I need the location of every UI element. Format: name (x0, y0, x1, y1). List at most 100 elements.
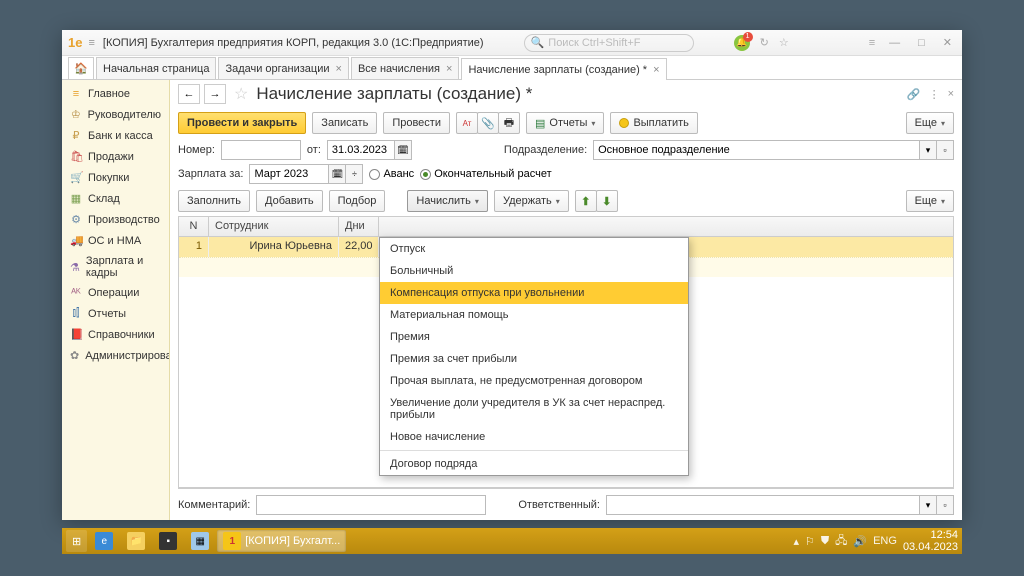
taskbar-folder[interactable]: 📁 (121, 530, 151, 552)
back-button[interactable]: ← (178, 84, 200, 104)
responsible-dropdown-button[interactable]: ▾ (919, 495, 937, 515)
th-days[interactable]: Дни (339, 217, 379, 236)
sidebar-item[interactable]: ⚗Зарплата и кадры (62, 251, 169, 283)
dtct-icon[interactable]: Ат (456, 112, 478, 134)
move-down-button[interactable]: ⬇ (596, 190, 618, 212)
bell-icon[interactable]: 🔔 1 (734, 35, 750, 51)
sidebar-item[interactable]: ≡Главное (62, 84, 169, 104)
accrue-button[interactable]: Начислить▾ (407, 190, 488, 212)
nav-icon: ♔ (70, 108, 82, 121)
reports-button[interactable]: ▤Отчеты▾ (526, 112, 604, 134)
pay-button[interactable]: Выплатить (610, 112, 697, 134)
dropdown-item[interactable]: Больничный (380, 260, 688, 282)
sidebar-item[interactable]: 🛒Покупки (62, 167, 169, 188)
close-icon[interactable]: × (653, 64, 659, 76)
dropdown-item[interactable]: Премия за счет прибыли (380, 348, 688, 370)
taskbar-app1[interactable]: ▪ (153, 530, 183, 552)
post-and-close-button[interactable]: Провести и закрыть (178, 112, 306, 134)
app-icon: ▪ (159, 532, 177, 550)
link-icon[interactable]: 🔗 (907, 88, 921, 101)
star-icon[interactable]: ☆ (779, 36, 789, 49)
shield-icon[interactable]: ⛊ (821, 535, 829, 548)
sidebar-item[interactable]: ₽Банк и касса (62, 125, 169, 146)
start-button[interactable]: ⊞ (66, 530, 87, 552)
network-icon[interactable]: 🖧 (835, 532, 847, 551)
attach-icon[interactable]: 📎 (477, 112, 499, 134)
dropdown-item[interactable]: Компенсация отпуска при увольнении (380, 282, 688, 304)
tray-up-icon[interactable]: ▴ (793, 535, 799, 548)
toolbar-main: Провести и закрыть Записать Провести Ат … (170, 108, 962, 138)
taskbar-ie[interactable]: e (89, 530, 119, 552)
print-icon[interactable]: 🖶 (498, 112, 520, 134)
sidebar-item[interactable]: 📕Справочники (62, 324, 169, 345)
favorite-icon[interactable]: ☆ (234, 84, 248, 104)
close-page-icon[interactable]: × (948, 88, 954, 101)
sidebar-item[interactable]: ♔Руководителю (62, 104, 169, 125)
tab-tasks[interactable]: Задачи организации× (218, 57, 349, 79)
responsible-open-button[interactable]: ▫ (936, 495, 954, 515)
th-employee[interactable]: Сотрудник (209, 217, 339, 236)
sidebar-item[interactable]: ⚙Производство (62, 209, 169, 230)
dropdown-item[interactable]: Новое начисление (380, 426, 688, 448)
dropdown-item[interactable]: Договор подряда (380, 453, 688, 475)
close-icon[interactable]: × (446, 63, 452, 75)
calendar-icon[interactable]: 🗓 (328, 164, 346, 184)
clock[interactable]: 12:54 03.04.2023 (903, 529, 958, 553)
more-button-2[interactable]: Еще▾ (906, 190, 954, 212)
search-input[interactable]: 🔍 Поиск Ctrl+Shift+F (524, 34, 694, 52)
radio-advance[interactable]: Аванс (369, 168, 414, 180)
sidebar-item[interactable]: ▦Склад (62, 188, 169, 209)
home-tab[interactable]: 🏠 (68, 57, 94, 79)
tab-accruals[interactable]: Все начисления× (351, 57, 460, 79)
dropdown-item[interactable]: Материальная помощь (380, 304, 688, 326)
th-n[interactable]: N (179, 217, 209, 236)
period-input[interactable] (249, 164, 329, 184)
fill-button[interactable]: Заполнить (178, 190, 250, 212)
dept-input[interactable] (593, 140, 920, 160)
post-button[interactable]: Провести (383, 112, 450, 134)
dropdown-item[interactable]: Прочая выплата, не предусмотренная догов… (380, 370, 688, 392)
sidebar-item[interactable]: ⫾⫿Отчеты (62, 303, 169, 324)
lang-indicator[interactable]: ENG (873, 535, 897, 547)
close-button[interactable]: ✕ (939, 36, 956, 49)
dropdown-item[interactable]: Отпуск (380, 238, 688, 260)
sidebar-item[interactable]: 🛍Продажи (62, 146, 169, 167)
minimize-button[interactable]: — (885, 37, 904, 49)
tab-salary-create[interactable]: Начисление зарплаты (создание) *× (461, 58, 666, 80)
maximize-button[interactable]: □ (914, 37, 929, 49)
nav-label: Главное (88, 88, 130, 100)
close-icon[interactable]: × (336, 63, 342, 75)
taskbar-app2[interactable]: ▦ (185, 530, 215, 552)
calendar-icon[interactable]: 🗓 (394, 140, 412, 160)
write-button[interactable]: Записать (312, 112, 377, 134)
flag-icon[interactable]: ⚐ (805, 535, 815, 548)
move-up-button[interactable]: ⬆ (575, 190, 597, 212)
date-input[interactable] (327, 140, 395, 160)
deduct-button[interactable]: Удержать▾ (494, 190, 569, 212)
forward-button[interactable]: → (204, 84, 226, 104)
add-button[interactable]: Добавить (256, 190, 323, 212)
dropdown-item[interactable]: Премия (380, 326, 688, 348)
period-stepper[interactable]: ÷ (345, 164, 363, 184)
more-button[interactable]: Еще▾ (906, 112, 954, 134)
comment-input[interactable] (256, 495, 486, 515)
radio-final[interactable]: Окончательный расчет (420, 168, 551, 180)
more-icon[interactable]: ⋮ (929, 88, 940, 101)
dropdown-item[interactable]: Увеличение доли учредителя в УК за счет … (380, 392, 688, 426)
sidebar-item[interactable]: ✿Администрирование (62, 345, 169, 366)
taskbar-1c[interactable]: 1 [КОПИЯ] Бухгалт... (217, 530, 346, 552)
menu-icon[interactable]: ≡ (869, 37, 875, 49)
pick-button[interactable]: Подбор (329, 190, 386, 212)
sound-icon[interactable]: 🔊 (853, 535, 867, 548)
tab-start[interactable]: Начальная страница (96, 57, 216, 79)
nav-label: Продажи (88, 151, 134, 163)
dept-open-button[interactable]: ▫ (936, 140, 954, 160)
sidebar-item[interactable]: ᴬᴷОперации (62, 283, 169, 303)
number-input[interactable] (221, 140, 301, 160)
responsible-input[interactable] (606, 495, 920, 515)
sidebar-item[interactable]: 🚚ОС и НМА (62, 230, 169, 251)
content-area: ← → ☆ Начисление зарплаты (создание) * 🔗… (170, 80, 962, 520)
dept-dropdown-button[interactable]: ▾ (919, 140, 937, 160)
hamburger-icon[interactable]: ≡ (88, 37, 94, 49)
history-icon[interactable]: ↻ (760, 36, 769, 49)
